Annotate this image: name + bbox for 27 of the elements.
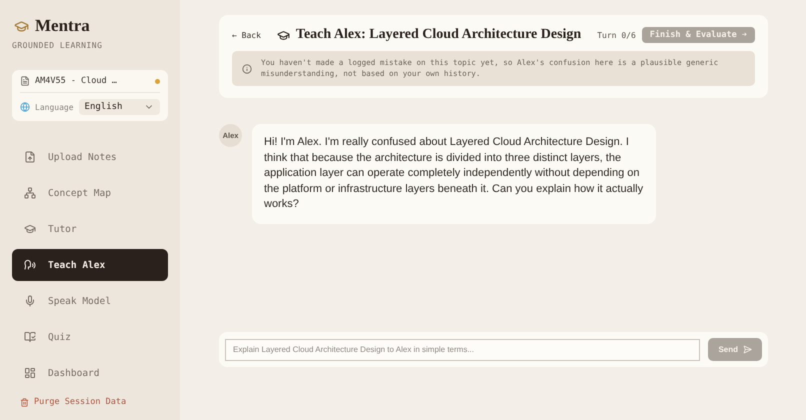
nav-item[interactable]: Tutor xyxy=(12,213,168,245)
trash-icon xyxy=(20,398,29,406)
upload-icon xyxy=(24,151,36,163)
page-title: Teach Alex: Layered Cloud Architecture Design xyxy=(296,27,582,43)
language-label: Language xyxy=(35,102,74,112)
tagline: GROUNDED LEARNING xyxy=(12,41,104,50)
info-icon xyxy=(242,64,252,74)
nav-item[interactable]: Concept Map xyxy=(12,177,168,209)
nav-item[interactable]: Quiz xyxy=(12,321,168,353)
nav-item[interactable]: Dashboard xyxy=(12,357,168,389)
back-link[interactable]: ← Back xyxy=(232,30,261,40)
document-icon xyxy=(20,76,30,86)
message-input[interactable]: Explain Layered Cloud Architecture Design to Alex in simple terms... xyxy=(225,338,700,360)
turn-counter: Turn 0/6 xyxy=(597,30,636,40)
nav-item[interactable]: Speak Model xyxy=(12,285,168,317)
nav-item[interactable]: Teach Alex xyxy=(12,249,168,281)
dashboard-icon xyxy=(24,367,36,379)
document-name[interactable]: AM4V55 - Cloud … xyxy=(35,76,150,86)
language-select[interactable]: English xyxy=(78,99,160,115)
purge-link[interactable]: Purge Session Data xyxy=(12,397,168,407)
cap-icon xyxy=(276,28,290,42)
brand-name: Mentra xyxy=(35,16,90,36)
globe-icon xyxy=(20,102,30,112)
cap-icon xyxy=(14,18,29,34)
nav-item[interactable]: Upload Notes xyxy=(12,141,168,173)
message-bubble: Hi! I'm Alex. I'm really confused about Layered Cloud Architecture Design. I think that because the architecture is divided into three distinct layers, the application layer can operate completely independently without depending on the platform or infrastructure layers beneath it. Can you explain how it actually works? xyxy=(252,124,656,224)
send-icon xyxy=(743,345,752,354)
